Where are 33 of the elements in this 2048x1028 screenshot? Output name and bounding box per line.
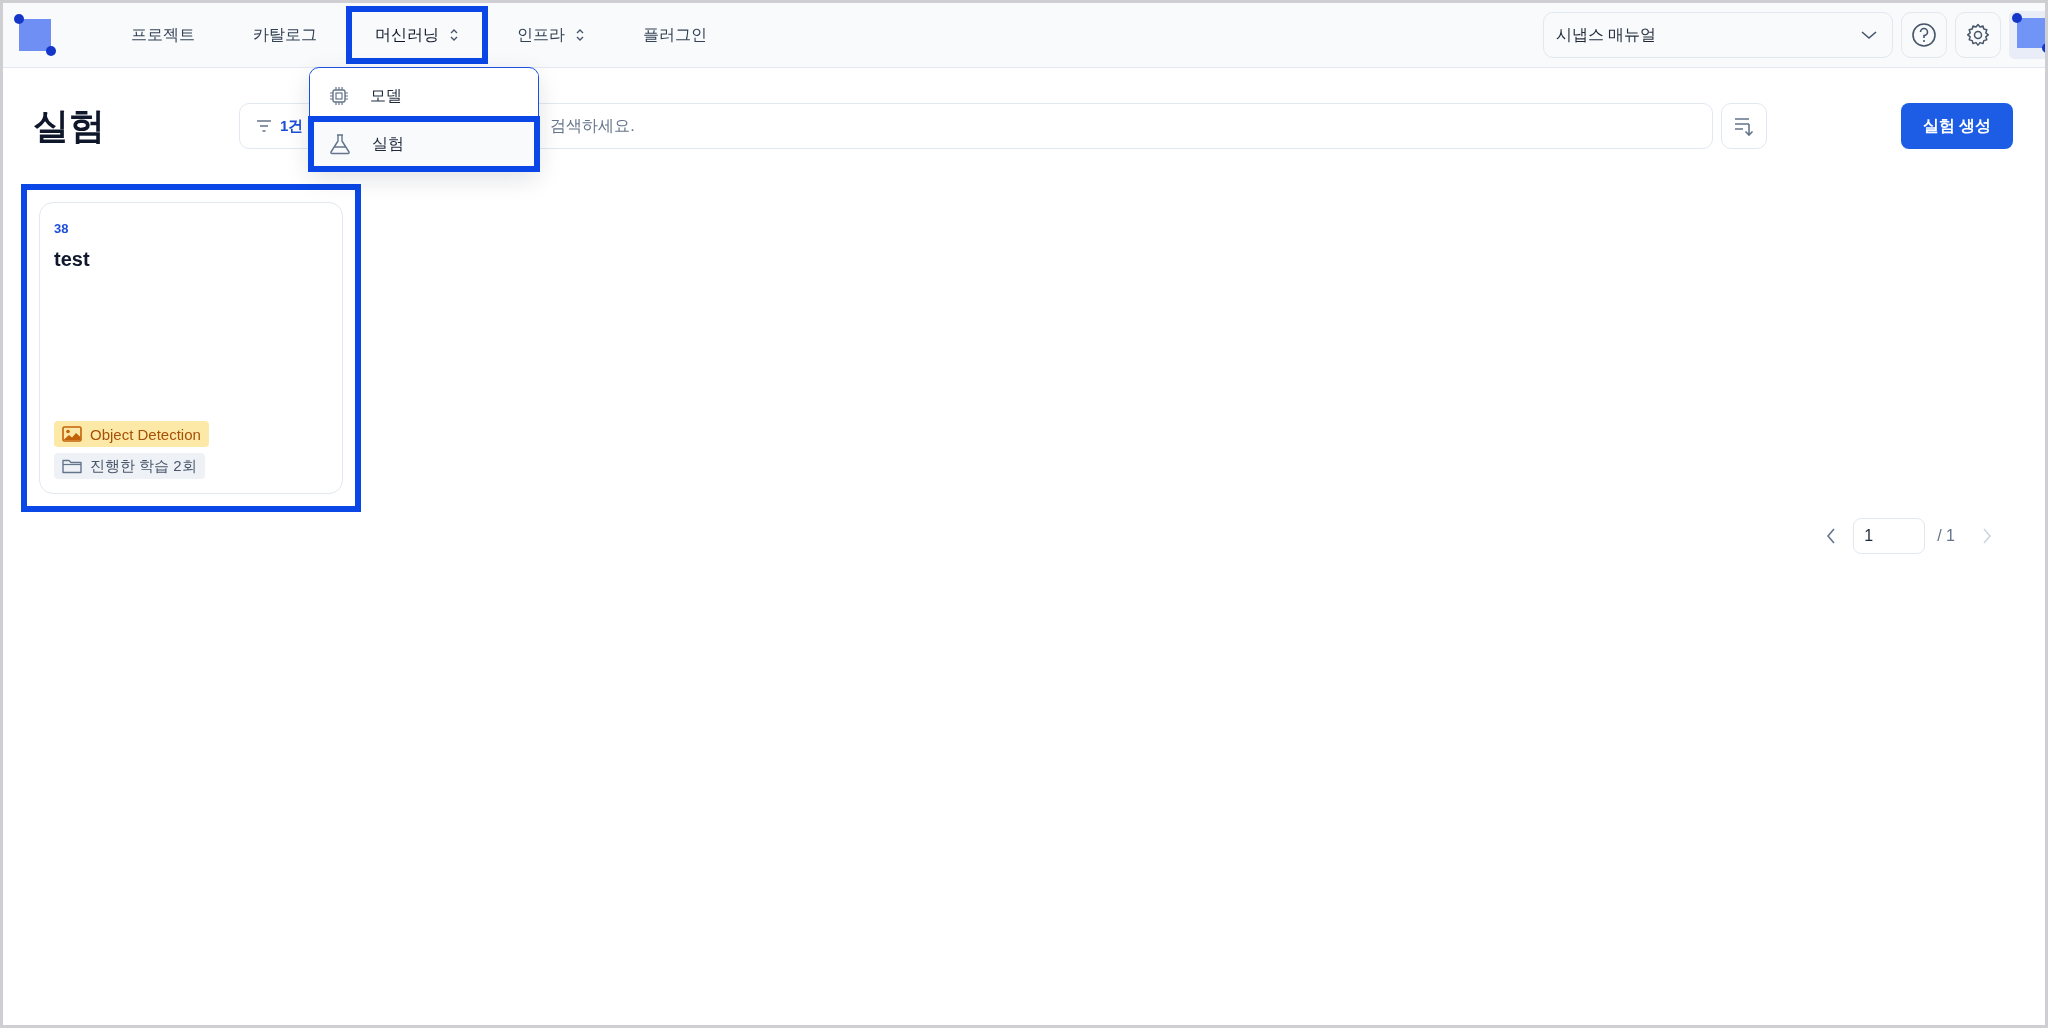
runs-tag: 진행한 학습 2회	[54, 453, 205, 479]
logo-icon[interactable]	[13, 13, 57, 57]
flask-icon	[328, 133, 352, 155]
chevron-right-icon	[1981, 527, 1993, 545]
page-number-field[interactable]: 1	[1853, 518, 1926, 554]
experiment-card[interactable]: 38 test Object Detection 진행한 학습 2회	[39, 202, 343, 494]
nav-tab[interactable]: 카탈로그	[227, 9, 343, 61]
menu-item[interactable]: 실험	[310, 118, 538, 170]
nav-tab[interactable]: 머신러닝	[349, 9, 485, 61]
page-title: 실험	[33, 103, 106, 148]
chevron-left-icon	[1825, 527, 1838, 545]
card-id: 38	[54, 221, 70, 236]
manual-select[interactable]: 시냅스 매뉴얼	[1543, 12, 1893, 58]
nav-tab[interactable]: 인프라	[491, 9, 611, 61]
nav-tab[interactable]: 프로젝트	[105, 9, 221, 61]
settings-icon	[1965, 22, 1991, 48]
filter-button[interactable]: 1건	[256, 116, 304, 136]
page-total: / 1	[1937, 527, 1955, 545]
create-button[interactable]: 실험 생성	[1900, 103, 2013, 149]
avatar-icon[interactable]	[2009, 11, 2045, 59]
chevron-down-icon	[1860, 30, 1878, 40]
folder-icon	[62, 458, 82, 474]
sort-button[interactable]	[1721, 103, 1767, 149]
card-title: test	[54, 248, 91, 271]
help-icon	[1911, 22, 1937, 48]
settings-button[interactable]	[1955, 12, 2001, 58]
help-button[interactable]	[1901, 12, 1947, 58]
image-icon	[62, 426, 82, 442]
menu-item[interactable]: 모델	[310, 74, 538, 118]
task-tag: Object Detection	[54, 421, 209, 447]
nav-tab[interactable]: 플러그인	[617, 9, 733, 61]
filter-icon	[256, 120, 272, 132]
chip-icon	[328, 85, 350, 107]
